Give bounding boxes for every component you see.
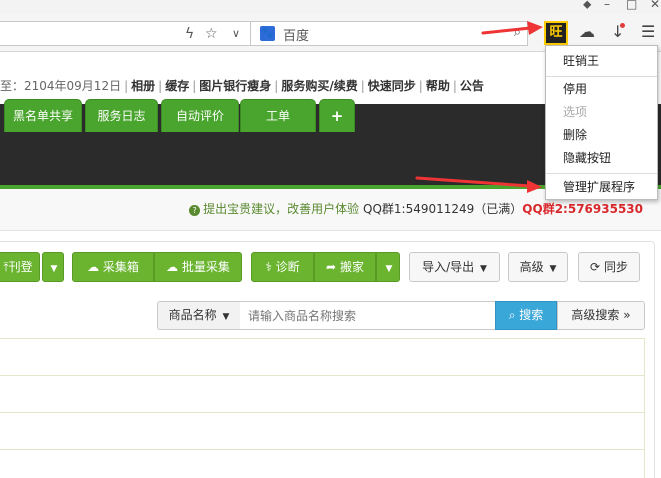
minimize-icon[interactable]: – xyxy=(604,0,610,11)
batch-collect-button[interactable]: ☁ 批量采集 xyxy=(154,252,242,282)
nav-link-quick-sync[interactable]: 快速同步 xyxy=(368,79,416,93)
extension-toolbar-button[interactable]: 旺 xyxy=(544,21,568,45)
publish-dropdown-button[interactable]: ▼ xyxy=(42,252,64,282)
move-dropdown-button[interactable]: ▼ xyxy=(376,252,400,282)
move-button[interactable]: ➦ 搬家 xyxy=(314,252,376,282)
tab-add[interactable]: + xyxy=(319,99,355,132)
import-export-button[interactable]: 导入/导出 ▼ xyxy=(409,252,500,282)
window-menu-icon[interactable]: ⬥ xyxy=(583,0,591,11)
table-row-divider xyxy=(0,412,644,413)
search-icon: ⌕ xyxy=(508,308,516,322)
baidu-logo-icon: 🐾 xyxy=(260,26,275,41)
nav-link-image-bank[interactable]: 图片银行瘦身 xyxy=(199,79,271,93)
nav-link-cache[interactable]: 缓存 xyxy=(165,79,189,93)
download-badge xyxy=(620,23,625,28)
close-icon[interactable]: ✕ xyxy=(650,0,660,11)
window-title-bar: ⬥ – □ ✕ xyxy=(0,0,661,14)
nav-link-purchase[interactable]: 服务购买/续费 xyxy=(281,79,357,93)
collect-box-button[interactable]: ☁ 采集箱 xyxy=(72,252,154,282)
search-engine-name: 百度 xyxy=(283,29,310,44)
lightning-icon[interactable]: ϟ xyxy=(185,26,194,42)
nav-link-help[interactable]: 帮助 xyxy=(426,79,450,93)
advanced-search-button[interactable]: 高级搜索 » xyxy=(557,301,645,330)
caret-down-icon: ▼ xyxy=(50,264,58,274)
table-row-divider xyxy=(0,449,644,450)
menu-item-disable[interactable]: 停用 xyxy=(546,78,657,100)
feedback-link[interactable]: 提出宝贵建议，改善用户体验 xyxy=(203,202,359,216)
menu-separator xyxy=(546,173,657,174)
qq-group-2: QQ群2:576935530 xyxy=(522,202,643,216)
caret-down-icon: ▼ xyxy=(549,264,557,274)
hamburger-menu-icon[interactable]: ☰ xyxy=(641,22,655,42)
caret-down-icon: ▼ xyxy=(222,312,230,322)
top-nav: 至：2104年09月12日 | 相册 | 缓存 | 图片银行瘦身 | 服务购买/续费 | 快速同步 |… xyxy=(0,79,484,93)
cloud-upload-icon: ☁ xyxy=(166,260,179,274)
tab-auto-review[interactable]: 自动评价 xyxy=(161,99,239,132)
extension-context-menu: 旺销王 停用 选项 删除 隐藏按钮 管理扩展程序 xyxy=(545,45,658,200)
field-select[interactable]: 商品名称 ▼ xyxy=(157,301,241,330)
qq-group-1: QQ群1:549011249（已满） xyxy=(363,202,523,216)
sync-button[interactable]: ⟳ 同步 xyxy=(578,252,640,282)
share-arrow-icon: ➦ xyxy=(326,260,337,274)
tab-ticket[interactable]: 工单 xyxy=(240,99,316,132)
caret-down-icon: ▼ xyxy=(385,264,393,274)
nav-link-announcement[interactable]: 公告 xyxy=(460,79,484,93)
cloud-upload-icon: ☁ xyxy=(87,260,100,274)
chevron-down-icon[interactable]: ∨ xyxy=(232,26,240,42)
menu-item-hide-button[interactable]: 隐藏按钮 xyxy=(546,147,657,169)
menu-item-manage-extensions[interactable]: 管理扩展程序 xyxy=(546,176,657,198)
search-go-icon[interactable]: ⌕ xyxy=(514,25,521,40)
advanced-button[interactable]: 高级 ▼ xyxy=(508,252,568,282)
menu-separator xyxy=(546,76,657,77)
table-row-divider xyxy=(0,375,644,376)
menu-item-remove[interactable]: 删除 xyxy=(546,124,657,146)
nav-link-album[interactable]: 相册 xyxy=(131,79,155,93)
product-table xyxy=(0,338,645,478)
publish-button[interactable]: ⤒刊登 xyxy=(0,252,40,282)
tab-blacklist-share[interactable]: 黑名单共享 xyxy=(4,99,82,132)
stethoscope-icon: ⚕ xyxy=(265,260,272,274)
search-engine-box[interactable]: 🐾 百度 ⌕ xyxy=(250,21,528,46)
question-circle-icon: ? xyxy=(189,205,201,216)
menu-item-options: 选项 xyxy=(563,105,588,119)
tab-service-log[interactable]: 服务日志 xyxy=(85,99,158,132)
menu-item-extension-name[interactable]: 旺销王 xyxy=(546,50,657,72)
search-button[interactable]: ⌕ 搜索 xyxy=(495,301,557,330)
caret-down-icon: ▼ xyxy=(479,264,487,274)
maximize-icon[interactable]: □ xyxy=(626,0,637,11)
diagnose-button[interactable]: ⚕ 诊断 xyxy=(251,252,314,282)
search-input[interactable] xyxy=(240,301,496,330)
double-chevron-down-icon: » xyxy=(623,308,631,322)
bookmark-star-icon[interactable]: ☆ xyxy=(205,26,218,42)
expiry-date-text: 至：2104年09月12日 xyxy=(0,79,122,93)
cloud-icon[interactable]: ☁ xyxy=(579,22,595,42)
refresh-icon: ⟳ xyxy=(590,260,601,274)
address-bar[interactable]: ϟ ☆ ∨ xyxy=(0,21,250,46)
